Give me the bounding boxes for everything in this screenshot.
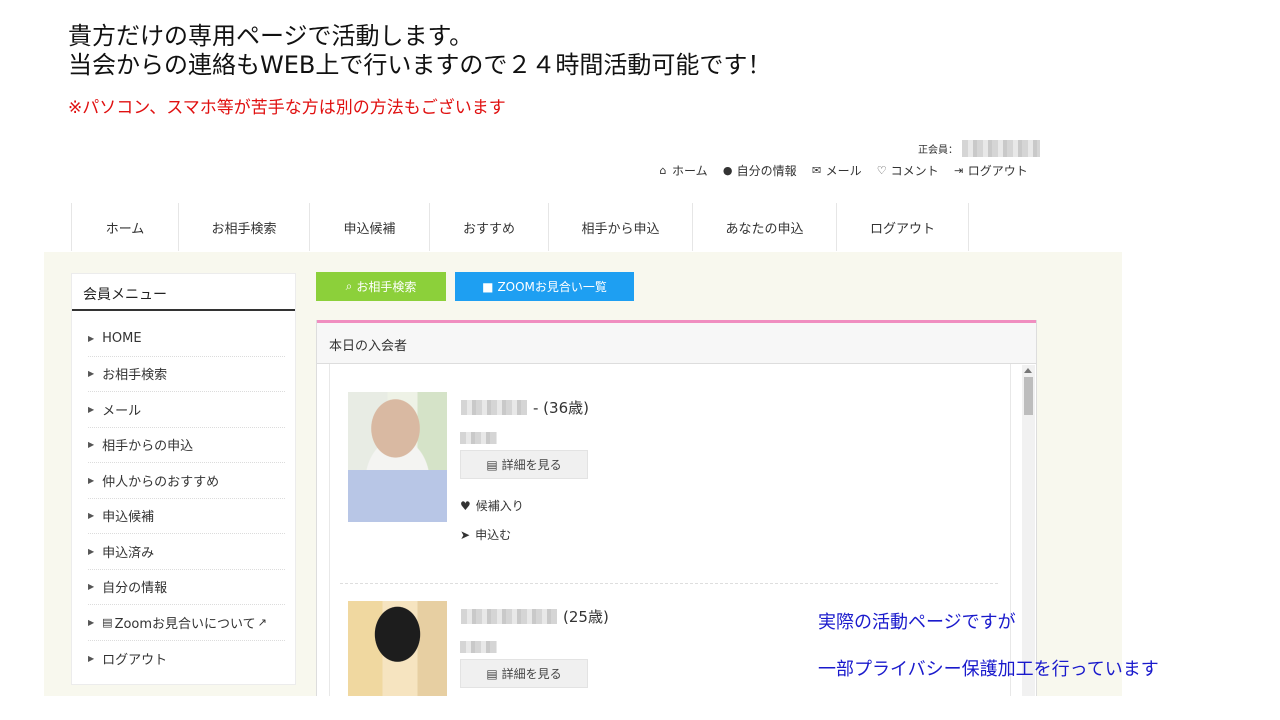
menu-item-candidates[interactable]: ▶ 申込候補 xyxy=(88,499,285,534)
member-id-blurred xyxy=(962,140,1040,157)
intro-line-2: 当会からの連絡もWEB上で行いますので２４時間活動可能です！ xyxy=(68,51,772,79)
caret-right-icon: ▶ xyxy=(88,582,95,592)
partner-search-button[interactable]: ⌕ お相手検索 xyxy=(316,272,446,301)
menu-item-zoom-info[interactable]: ▶ ▤ Zoomお見合いについて ↗ xyxy=(88,605,285,641)
menu-item-applied[interactable]: ▶ 申込済み xyxy=(88,534,285,570)
logout-icon: ⇥ xyxy=(954,164,964,177)
menu-item-mail[interactable]: ▶ メール xyxy=(88,392,285,428)
main-nav: ホーム お相手検索 申込候補 おすすめ 相手から申込 あなたの申込 ログアウト xyxy=(71,203,969,251)
profile-name-age: - (36歳) xyxy=(461,397,589,418)
add-favorite-button[interactable]: ♥ 候補入り xyxy=(460,497,524,514)
user-icon: ● xyxy=(722,164,733,177)
list-scrollbar[interactable] xyxy=(1022,365,1035,696)
member-menu: 会員メニュー ▶ HOME ▶ お相手検索 ▶ メール ▶ 相手からの申込 ▶ 仲人からの… xyxy=(71,273,296,685)
menu-item-received-requests[interactable]: ▶ 相手からの申込 xyxy=(88,428,285,463)
view-detail-button[interactable]: ▤ 詳細を見る xyxy=(460,659,588,688)
profile-divider xyxy=(340,583,998,584)
heart-icon: ♥ xyxy=(460,498,471,513)
video-camera-icon: ■ xyxy=(482,279,494,294)
nav-logout[interactable]: ログアウト xyxy=(837,203,969,251)
member-menu-list: ▶ HOME ▶ お相手検索 ▶ メール ▶ 相手からの申込 ▶ 仲人からのおすすめ ▶ 申… xyxy=(72,311,295,676)
caret-right-icon: ▶ xyxy=(88,475,95,485)
intro-headline: 貴方だけの専用ページで活動します。 当会からの連絡もWEB上で行いますので２４時… xyxy=(68,22,771,80)
heart-outline-icon: ♡ xyxy=(876,164,887,177)
intro-note: ※パソコン、スマホ等が苦手な方は別の方法もございます xyxy=(68,98,506,118)
menu-item-home[interactable]: ▶ HOME xyxy=(88,321,285,357)
profile-photo-blurred[interactable] xyxy=(348,601,447,696)
panel-title: 本日の入会者 xyxy=(317,320,1036,364)
profile-name-blurred xyxy=(461,400,527,415)
home-icon: ⌂ xyxy=(659,164,667,177)
document-icon: ▤ xyxy=(486,666,498,681)
profile-name-age: (25歳) xyxy=(461,606,609,627)
caret-right-icon: ▶ xyxy=(88,653,95,663)
nav-partner-search[interactable]: お相手検索 xyxy=(179,203,310,251)
toplink-mail[interactable]: ✉ メール xyxy=(811,162,862,179)
document-icon: ▤ xyxy=(486,457,498,472)
caret-right-icon: ▶ xyxy=(88,511,95,521)
menu-item-logout[interactable]: ▶ ログアウト xyxy=(88,641,285,677)
caret-right-icon: ▶ xyxy=(88,333,95,343)
menu-item-partner-search[interactable]: ▶ お相手検索 xyxy=(88,357,285,392)
menu-item-my-info[interactable]: ▶ 自分の情報 xyxy=(88,570,285,605)
profile-area-blurred xyxy=(460,641,497,653)
toplink-logout[interactable]: ⇥ ログアウト xyxy=(953,162,1028,179)
caret-right-icon: ▶ xyxy=(88,369,95,379)
menu-item-matchmaker-recommend[interactable]: ▶ 仲人からのおすすめ xyxy=(88,463,285,499)
member-label: 正会員： xyxy=(918,145,958,156)
caret-right-icon: ▶ xyxy=(88,404,95,414)
caret-right-icon: ▶ xyxy=(88,617,95,627)
nav-received-requests[interactable]: 相手から申込 xyxy=(549,203,693,251)
caption-line-2: 一部プライバシー保護加工を行っています xyxy=(818,659,1159,680)
scroll-up-arrow-icon[interactable] xyxy=(1024,368,1032,373)
nav-home[interactable]: ホーム xyxy=(71,203,179,251)
document-icon: ▤ xyxy=(102,615,113,629)
top-links: ⌂ ホーム ● 自分の情報 ✉ メール ♡ コメント ⇥ ログアウト xyxy=(657,162,1028,179)
member-status: 正会員： xyxy=(918,140,1040,157)
paper-plane-icon: ➤ xyxy=(460,527,471,542)
zoom-meeting-list-button[interactable]: ■ ZOOMお見合い一覧 xyxy=(455,272,634,301)
scroll-thumb[interactable] xyxy=(1024,377,1033,415)
toplink-comment[interactable]: ♡ コメント xyxy=(876,162,939,179)
nav-recommend[interactable]: おすすめ xyxy=(430,203,549,251)
caret-right-icon: ▶ xyxy=(88,440,95,450)
view-detail-button[interactable]: ▤ 詳細を見る xyxy=(460,450,588,479)
intro-line-1: 貴方だけの専用ページで活動します。 xyxy=(68,22,474,50)
profile-area-blurred xyxy=(460,432,497,444)
profile-photo-blurred[interactable] xyxy=(348,392,447,522)
external-link-icon: ↗ xyxy=(257,615,267,629)
apply-button[interactable]: ➤ 申込む xyxy=(460,526,511,543)
nav-candidates[interactable]: 申込候補 xyxy=(310,203,430,251)
profile-name-blurred xyxy=(461,609,557,624)
member-menu-title: 会員メニュー xyxy=(72,274,295,311)
search-icon: ⌕ xyxy=(345,279,353,293)
caret-right-icon: ▶ xyxy=(88,546,95,556)
caption-line-1: 実際の活動ページですが xyxy=(818,612,1016,633)
mail-icon: ✉ xyxy=(812,164,822,177)
nav-your-requests[interactable]: あなたの申込 xyxy=(693,203,837,251)
toplink-home[interactable]: ⌂ ホーム xyxy=(657,162,708,179)
toplink-profile[interactable]: ● 自分の情報 xyxy=(722,162,797,179)
